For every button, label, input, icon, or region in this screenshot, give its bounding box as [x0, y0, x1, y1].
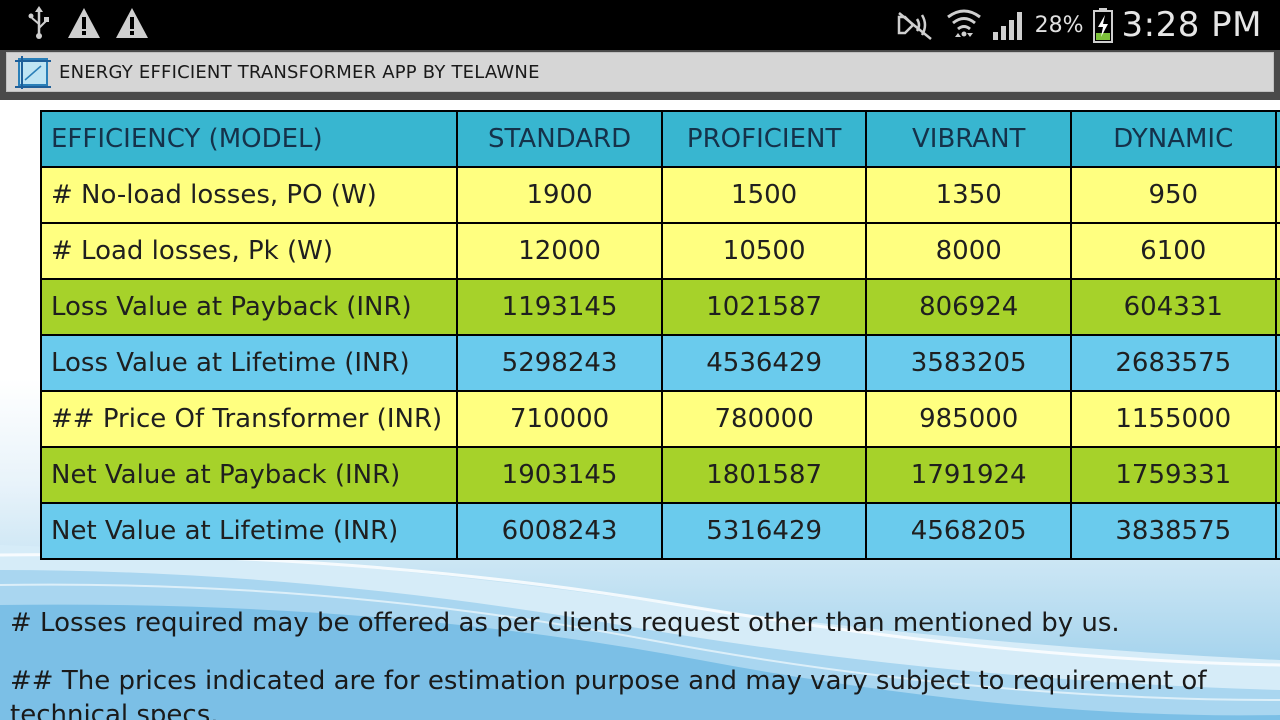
table-row: Loss Value at Payback (INR) 1193145 102158… — [39, 278, 1280, 336]
table-row: Loss Value at Lifetime (INR) 5298243 45364… — [39, 334, 1280, 392]
note-losses: # Losses required may be offered as per … — [10, 608, 1120, 638]
warning-icon — [66, 6, 102, 40]
value-cell: 1791924 — [865, 446, 1072, 504]
app-title-bar: ENERGY EFFICIENT TRANSFORMER APP BY TELA… — [0, 50, 1280, 100]
value-cell: 1903145 — [456, 446, 663, 504]
table-row: # Load losses, Pk (W) 12000 10500 8000 6100 — [39, 222, 1280, 280]
overflow-cell — [1274, 390, 1280, 448]
value-cell: PROFICIENT — [660, 110, 868, 168]
table-row: Net Value at Lifetime (INR) 6008243 531642… — [39, 502, 1280, 560]
row-label-cell: Net Value at Payback (INR) — [39, 446, 459, 504]
value-cell: 1500 — [660, 166, 868, 224]
efficiency-table: EFFICIENCY (MODEL) STANDARD PROFICIENT VIBR… — [39, 110, 1280, 560]
cell-signal-icon — [991, 8, 1027, 42]
value-cell: 3838575 — [1069, 502, 1277, 560]
value-cell: 10500 — [660, 222, 868, 280]
value-cell: VIBRANT — [865, 110, 1072, 168]
battery-percent: 28% — [1034, 12, 1084, 38]
value-cell: 604331 — [1069, 278, 1277, 336]
value-cell: 1021587 — [660, 278, 868, 336]
value-cell: 6008243 — [456, 502, 663, 560]
app-title-panel: ENERGY EFFICIENT TRANSFORMER APP BY TELA… — [6, 52, 1274, 92]
row-label-cell: # No-load losses, PO (W) — [39, 166, 459, 224]
value-cell: 950 — [1069, 166, 1277, 224]
row-label-cell: Loss Value at Lifetime (INR) — [39, 334, 459, 392]
row-label-cell: # Load losses, Pk (W) — [39, 222, 459, 280]
note-prices-continued: technical specs. — [10, 700, 219, 720]
clock: 3:28 PM — [1121, 5, 1262, 45]
value-cell: 4536429 — [660, 334, 868, 392]
row-label-cell: Loss Value at Payback (INR) — [39, 278, 459, 336]
value-cell: 1350 — [865, 166, 1072, 224]
overflow-cell — [1274, 166, 1280, 224]
content-area: EFFICIENCY (MODEL) STANDARD PROFICIENT VIBR… — [0, 100, 1280, 720]
value-cell: 1155000 — [1069, 390, 1277, 448]
value-cell: 780000 — [660, 390, 868, 448]
value-cell: STANDARD — [456, 110, 663, 168]
status-bar: 28% 3:28 PM — [0, 0, 1280, 50]
app-title: ENERGY EFFICIENT TRANSFORMER APP BY TELA… — [59, 62, 540, 83]
overflow-cell — [1274, 222, 1280, 280]
table-row: # No-load losses, PO (W) 1900 1500 1350 950 — [39, 166, 1280, 224]
overflow-cell — [1274, 502, 1280, 560]
battery-charging-icon — [1092, 7, 1114, 43]
overflow-cell — [1274, 110, 1280, 168]
value-cell: 985000 — [865, 390, 1072, 448]
status-bar-system: 28% 3:28 PM — [895, 0, 1262, 50]
value-cell: 5316429 — [660, 502, 868, 560]
value-cell: 5298243 — [456, 334, 663, 392]
warning-icon — [114, 6, 150, 40]
value-cell: 710000 — [456, 390, 663, 448]
row-label-cell: ## Price Of Transformer (INR) — [39, 390, 459, 448]
value-cell: 4568205 — [865, 502, 1072, 560]
overflow-cell — [1274, 278, 1280, 336]
row-label-cell: Net Value at Lifetime (INR) — [39, 502, 459, 560]
note-prices: ## The prices indicated are for estimati… — [10, 666, 1207, 696]
value-cell: 1759331 — [1069, 446, 1277, 504]
value-cell: 2683575 — [1069, 334, 1277, 392]
value-cell: 1900 — [456, 166, 663, 224]
table-row: ## Price Of Transformer (INR) 710000 78000… — [39, 390, 1280, 448]
value-cell: 6100 — [1069, 222, 1277, 280]
value-cell: 806924 — [865, 278, 1072, 336]
status-bar-notifications — [24, 6, 150, 40]
overflow-cell — [1274, 334, 1280, 392]
usb-icon — [24, 6, 54, 40]
nfc-mute-icon — [895, 9, 937, 41]
value-cell: DYNAMIC — [1069, 110, 1277, 168]
row-label-cell: EFFICIENCY (MODEL) — [39, 110, 459, 168]
table-header-row: EFFICIENCY (MODEL) STANDARD PROFICIENT VIBR… — [39, 110, 1280, 168]
value-cell: 8000 — [865, 222, 1072, 280]
app-logo-icon — [13, 56, 53, 94]
wifi-icon — [945, 7, 983, 43]
value-cell: 1801587 — [660, 446, 868, 504]
overflow-cell — [1274, 446, 1280, 504]
value-cell: 3583205 — [865, 334, 1072, 392]
value-cell: 1193145 — [456, 278, 663, 336]
value-cell: 12000 — [456, 222, 663, 280]
table-row: Net Value at Payback (INR) 1903145 1801587… — [39, 446, 1280, 504]
